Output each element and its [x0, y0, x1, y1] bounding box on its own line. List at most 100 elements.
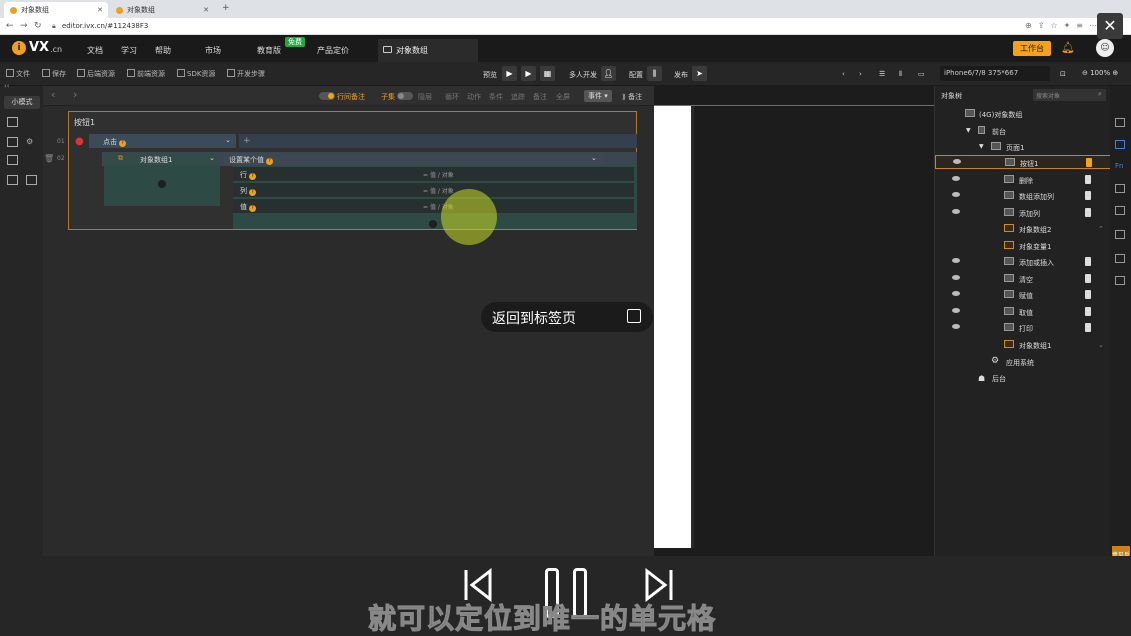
chevron-down-icon[interactable]: ⌄	[591, 154, 597, 162]
connector-dot[interactable]	[429, 220, 437, 228]
logic-icon[interactable]	[1085, 323, 1091, 332]
eye-icon[interactable]	[952, 176, 960, 181]
close-tab-icon[interactable]: ✕	[97, 6, 103, 14]
eye-icon[interactable]	[952, 324, 960, 329]
tree-node[interactable]: 对象变量1	[935, 239, 1111, 253]
browser-tab-1[interactable]: 对象数组 ✕	[4, 2, 108, 18]
search-input[interactable]: 搜索对象	[1033, 89, 1106, 101]
workbench-button[interactable]: 工作台	[1013, 41, 1051, 56]
search-doc-icon[interactable]	[7, 155, 18, 165]
eye-icon[interactable]	[952, 192, 960, 197]
browser-tab-2[interactable]: 对象数组 ✕	[110, 2, 214, 18]
columns-icon[interactable]: ⫴	[899, 70, 902, 79]
eye-icon[interactable]	[952, 308, 960, 313]
event-select[interactable]: 事件 ▾	[584, 90, 612, 102]
caret-icon[interactable]: ▼	[966, 127, 971, 134]
bell-icon[interactable]: 🔔︎	[1061, 41, 1075, 54]
undo-arrow-icon[interactable]: ‹	[51, 88, 55, 101]
menu-docs[interactable]: 文档	[87, 45, 103, 56]
sdk-panel-icon[interactable]	[7, 175, 18, 185]
condition-button[interactable]: 条件	[489, 92, 503, 102]
help-icon[interactable]: ?	[249, 173, 256, 180]
eye-icon[interactable]	[952, 275, 960, 280]
logic-icon[interactable]	[1085, 191, 1091, 200]
sdk-resources-button[interactable]: SDK资源	[177, 69, 215, 79]
close-overlay-icon[interactable]: ✕	[1097, 13, 1123, 39]
breakpoint-icon[interactable]: ●	[75, 136, 84, 147]
eye-icon[interactable]	[952, 291, 960, 296]
send-icon[interactable]: ➤	[692, 66, 707, 81]
keyboard-icon[interactable]	[1115, 276, 1125, 285]
redo-arrow-icon[interactable]: ›	[73, 88, 77, 101]
tree-node[interactable]: 数组添加列	[935, 189, 1111, 203]
action-selector[interactable]: 设置某个值? ⌄	[224, 153, 604, 165]
logic-icon[interactable]	[1085, 208, 1091, 217]
collapse-arrows-icon[interactable]: ‹‹	[4, 82, 10, 90]
tree-node[interactable]: 取值	[935, 305, 1111, 319]
fit-screen-icon[interactable]: ⊡	[1060, 70, 1066, 78]
close-tab-icon[interactable]: ✕	[203, 6, 209, 14]
eye-icon[interactable]	[952, 258, 960, 263]
sliders-icon[interactable]	[7, 137, 18, 147]
menu-pricing[interactable]: 产品定价	[317, 45, 349, 56]
play-alt-icon[interactable]: ▶	[521, 66, 536, 81]
object-selector[interactable]: ⧉ 对象数组1 ⌄	[104, 153, 220, 165]
logic-icon[interactable]	[1085, 290, 1091, 299]
monitor-icon[interactable]: ▭	[918, 70, 925, 78]
browser-action-icons[interactable]: ⊕⇪☆✦≡⋯	[1025, 21, 1103, 30]
hide-layer-button[interactable]: 隐层	[418, 92, 432, 102]
backend-resources-button[interactable]: 后端资源	[77, 69, 115, 79]
tree-node[interactable]: 赋值	[935, 288, 1111, 302]
phone-canvas[interactable]	[654, 106, 691, 548]
annotation-toggle[interactable]: 行间备注	[319, 92, 365, 102]
play-icon[interactable]: ▶	[502, 66, 517, 81]
tree-node[interactable]: 清空	[935, 272, 1111, 286]
chevron-left-icon[interactable]: ‹	[842, 70, 845, 78]
tree-node[interactable]: 添加列	[935, 206, 1111, 220]
chevron-down-icon[interactable]: ⌄	[209, 154, 215, 162]
ivx-logo[interactable]: i VX .cn	[12, 40, 62, 55]
tree-node-root[interactable]: (4G)对象数组	[935, 107, 1111, 121]
logic-icon[interactable]	[1085, 274, 1091, 283]
config-icon[interactable]: ⫼	[647, 66, 662, 81]
search-icon[interactable]: ⌕	[1098, 90, 1102, 99]
connector-dot[interactable]	[158, 180, 166, 188]
widget-icon[interactable]	[1115, 254, 1125, 263]
theme-icon[interactable]	[1115, 184, 1125, 193]
tree-node[interactable]: 打印	[935, 321, 1111, 335]
param-value-field[interactable]: = 值 / 对象	[417, 167, 632, 181]
save-button[interactable]: 保存	[42, 69, 66, 79]
fullscreen-button[interactable]: 全屏	[556, 92, 570, 102]
align-icon[interactable]: ☰	[879, 70, 885, 78]
mini-mode-button[interactable]: 小模式	[4, 96, 40, 109]
edit-icon[interactable]	[7, 117, 18, 127]
param-value-field[interactable]: = 值 / 对象	[417, 183, 632, 197]
tree-node-backend[interactable]: ☗ 后台	[935, 371, 1111, 385]
tree-node[interactable]: 删除	[935, 173, 1111, 187]
logic-icon[interactable]	[1086, 158, 1092, 167]
logic-icon[interactable]	[1085, 175, 1091, 184]
reload-icon[interactable]: ↻	[34, 21, 42, 31]
menu-market[interactable]: 市场	[205, 45, 221, 56]
layers-icon[interactable]	[1115, 140, 1125, 149]
help-icon[interactable]: ?	[266, 158, 273, 165]
back-arrow-icon[interactable]: ←	[6, 21, 14, 31]
tree-node-page[interactable]: ▼ 页面1	[935, 140, 1111, 154]
avatar[interactable]: ☺	[1096, 39, 1114, 57]
menu-help[interactable]: 帮助	[155, 45, 171, 56]
url-field[interactable]: editor.ivx.cn/#112438F3	[62, 22, 148, 30]
collab-icon[interactable]: 👤︎	[601, 66, 616, 81]
device-select[interactable]: iPhone6/7/8 375*667	[940, 66, 1050, 81]
logic-icon[interactable]	[1085, 257, 1091, 266]
caret-icon[interactable]: ▼	[979, 143, 984, 150]
tree-node-system[interactable]: ⚙ 应用系统	[935, 355, 1111, 369]
new-tab-icon[interactable]: +	[222, 3, 230, 13]
frontend-resources-button[interactable]: 前端资源	[127, 69, 165, 79]
help-icon[interactable]: ?	[249, 205, 256, 212]
help-icon[interactable]: ?	[249, 189, 256, 196]
forward-arrow-icon[interactable]: →	[20, 21, 28, 31]
resource-icon[interactable]	[1115, 206, 1125, 215]
debug-icon[interactable]: ⚙	[26, 137, 37, 147]
trash-icon[interactable]: 🗑︎	[44, 154, 54, 163]
file-menu[interactable]: 文件	[6, 69, 30, 79]
